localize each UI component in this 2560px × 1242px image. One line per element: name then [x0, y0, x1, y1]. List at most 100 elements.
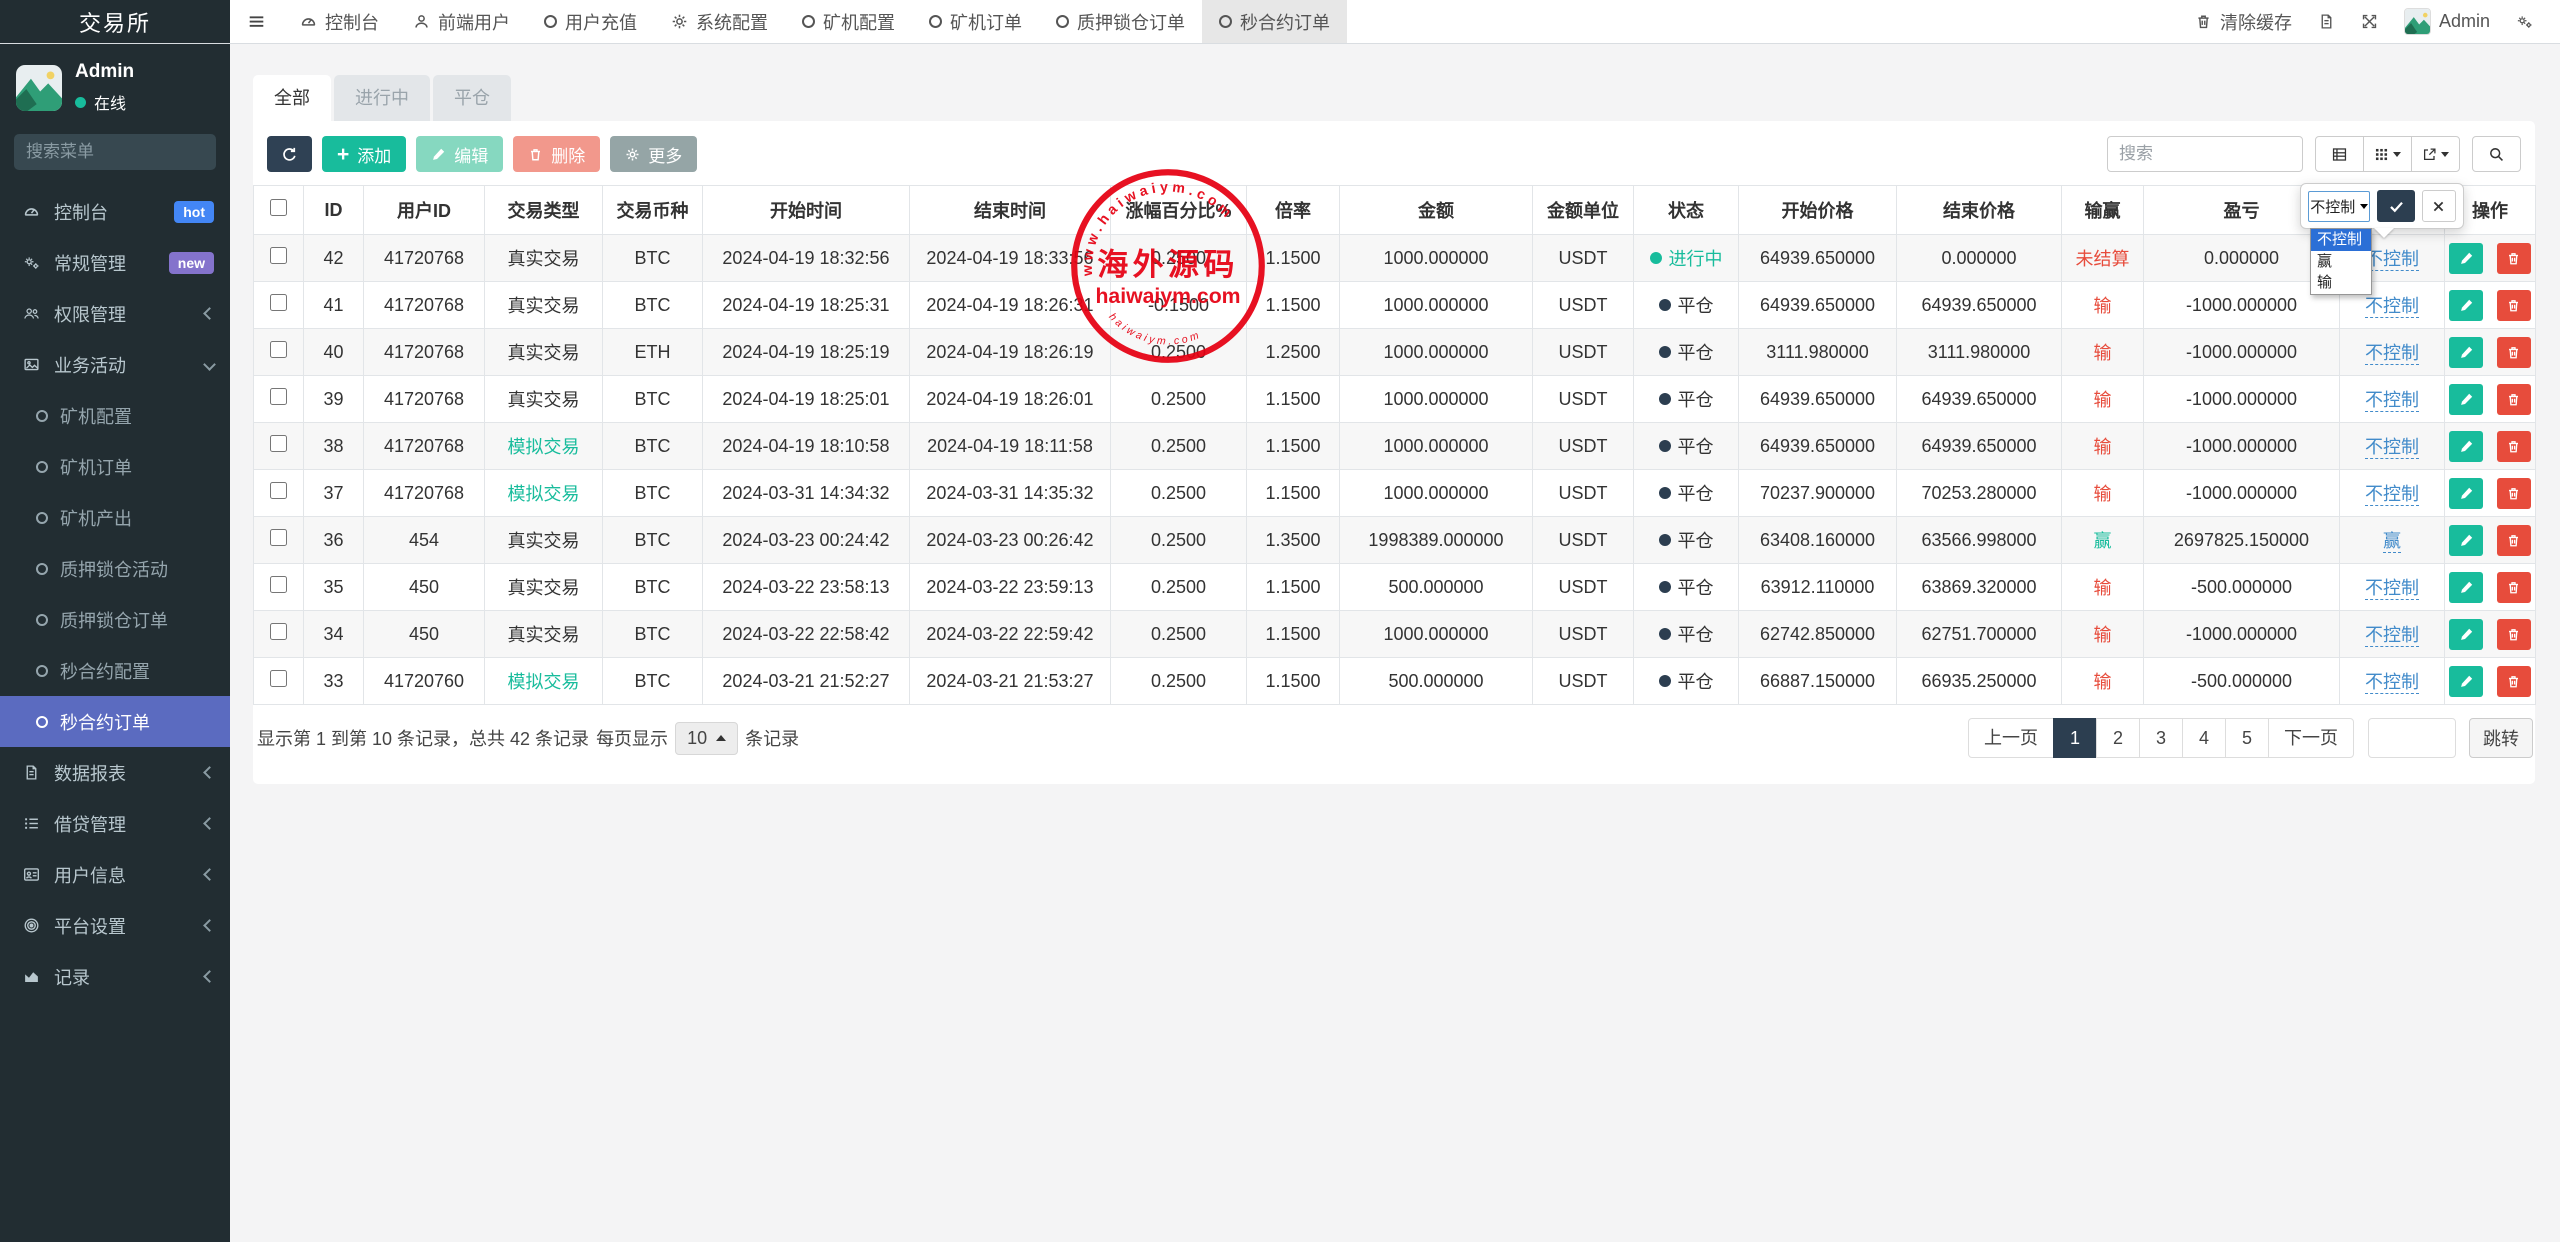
row-edit-button[interactable]: [2449, 431, 2483, 462]
columns-button[interactable]: [2363, 136, 2412, 172]
fullscreen-icon[interactable]: [2348, 0, 2391, 43]
control-link[interactable]: 不控制: [2365, 296, 2419, 318]
page-button-3[interactable]: 3: [2139, 718, 2183, 758]
row-checkbox[interactable]: [270, 247, 287, 264]
sidebar-item-general-management[interactable]: 常规管理 new: [0, 237, 230, 288]
sidebar-subitem[interactable]: 秒合约配置: [0, 645, 230, 696]
control-link[interactable]: 不控制: [2365, 578, 2419, 600]
select-all-checkbox[interactable]: [270, 199, 287, 216]
document-icon[interactable]: [2305, 0, 2348, 43]
jump-button[interactable]: 跳转: [2469, 718, 2533, 758]
topnav-item-second-contract-orders[interactable]: 秒合约订单: [1202, 0, 1347, 43]
control-select[interactable]: 不控制: [2308, 191, 2370, 222]
page-button-5[interactable]: 5: [2225, 718, 2269, 758]
row-edit-button[interactable]: [2449, 384, 2483, 415]
more-button[interactable]: 更多: [610, 136, 697, 172]
sidebar-item-records[interactable]: 记录: [0, 951, 230, 1002]
next-page-button[interactable]: 下一页: [2268, 718, 2354, 758]
row-delete-button[interactable]: [2497, 337, 2531, 368]
topnav-item-miner-config[interactable]: 矿机配置: [785, 0, 912, 43]
page-button-1[interactable]: 1: [2053, 718, 2097, 758]
sidebar-subitem[interactable]: 秒合约订单: [0, 696, 230, 747]
row-edit-button[interactable]: [2449, 525, 2483, 556]
settings-cogs-icon[interactable]: [2503, 0, 2546, 43]
user-menu[interactable]: Admin: [2391, 0, 2503, 43]
row-checkbox[interactable]: [270, 294, 287, 311]
sidebar-item-dashboard[interactable]: 控制台 hot: [0, 186, 230, 237]
control-link[interactable]: 不控制: [2365, 343, 2419, 365]
row-checkbox[interactable]: [270, 435, 287, 452]
sidebar-item-user-info[interactable]: 用户信息: [0, 849, 230, 900]
row-delete-button[interactable]: [2497, 478, 2531, 509]
sidebar-item-business-activities[interactable]: 业务活动: [0, 339, 230, 390]
control-link[interactable]: 不控制: [2365, 484, 2419, 506]
page-button-4[interactable]: 4: [2182, 718, 2226, 758]
row-checkbox[interactable]: [270, 576, 287, 593]
add-button[interactable]: + 添加: [322, 136, 406, 172]
sidebar-search-input[interactable]: [26, 142, 247, 162]
row-checkbox[interactable]: [270, 670, 287, 687]
topnav-item-user-recharge[interactable]: 用户充值: [527, 0, 654, 43]
tab-all[interactable]: 全部: [253, 75, 331, 121]
prev-page-button[interactable]: 上一页: [1968, 718, 2054, 758]
control-link[interactable]: 不控制: [2365, 672, 2419, 694]
control-link[interactable]: 不控制: [2365, 390, 2419, 412]
refresh-button[interactable]: [267, 136, 312, 172]
row-checkbox[interactable]: [270, 388, 287, 405]
row-delete-button[interactable]: [2497, 572, 2531, 603]
row-edit-button[interactable]: [2449, 572, 2483, 603]
jump-page-input[interactable]: [2368, 718, 2456, 758]
sidebar-item-loan-management[interactable]: 借贷管理: [0, 798, 230, 849]
page-size-dropdown[interactable]: 10: [675, 722, 738, 755]
option-lose[interactable]: 输: [2311, 272, 2371, 294]
tab-closed[interactable]: 平仓: [433, 75, 511, 121]
topnav-item-pledge-orders[interactable]: 质押锁仓订单: [1039, 0, 1202, 43]
option-win[interactable]: 赢: [2311, 251, 2371, 273]
control-link[interactable]: 不控制: [2365, 437, 2419, 459]
row-checkbox[interactable]: [270, 482, 287, 499]
row-delete-button[interactable]: [2497, 525, 2531, 556]
control-link[interactable]: 不控制: [2365, 625, 2419, 647]
edit-button[interactable]: 编辑: [416, 136, 503, 172]
export-button[interactable]: [2411, 136, 2460, 172]
row-delete-button[interactable]: [2497, 431, 2531, 462]
row-edit-button[interactable]: [2449, 243, 2483, 274]
cancel-button[interactable]: [2422, 190, 2456, 222]
sidebar-subitem[interactable]: 质押锁仓活动: [0, 543, 230, 594]
row-edit-button[interactable]: [2449, 290, 2483, 321]
control-link[interactable]: 赢: [2383, 531, 2401, 553]
option-no-control[interactable]: 不控制: [2311, 229, 2371, 251]
topnav-item-miner-orders[interactable]: 矿机订单: [912, 0, 1039, 43]
topnav-item-system-config[interactable]: 系统配置: [654, 0, 785, 43]
confirm-button[interactable]: [2377, 190, 2415, 222]
row-delete-button[interactable]: [2497, 666, 2531, 697]
row-checkbox[interactable]: [270, 341, 287, 358]
page-button-2[interactable]: 2: [2096, 718, 2140, 758]
table-search-input[interactable]: [2107, 136, 2303, 172]
delete-button[interactable]: 删除: [513, 136, 600, 172]
toggle-view-button[interactable]: [2315, 136, 2364, 172]
row-edit-button[interactable]: [2449, 619, 2483, 650]
sidebar-subitem[interactable]: 矿机订单: [0, 441, 230, 492]
row-edit-button[interactable]: [2449, 666, 2483, 697]
hamburger-icon[interactable]: [230, 0, 283, 43]
row-checkbox[interactable]: [270, 623, 287, 640]
row-edit-button[interactable]: [2449, 337, 2483, 368]
sidebar-subitem[interactable]: 矿机产出: [0, 492, 230, 543]
row-delete-button[interactable]: [2497, 619, 2531, 650]
tab-in-progress[interactable]: 进行中: [334, 75, 430, 121]
row-checkbox[interactable]: [270, 529, 287, 546]
sidebar-item-platform-settings[interactable]: 平台设置: [0, 900, 230, 951]
sidebar-item-data-reports[interactable]: 数据报表: [0, 747, 230, 798]
advanced-search-button[interactable]: [2472, 136, 2521, 172]
sidebar-subitem[interactable]: 矿机配置: [0, 390, 230, 441]
clear-cache-button[interactable]: 清除缓存: [2182, 0, 2305, 43]
row-edit-button[interactable]: [2449, 478, 2483, 509]
control-link[interactable]: 不控制: [2365, 249, 2419, 271]
topnav-item-frontend-users[interactable]: 前端用户: [396, 0, 527, 43]
sidebar-item-permissions[interactable]: 权限管理: [0, 288, 230, 339]
sidebar-subitem[interactable]: 质押锁仓订单: [0, 594, 230, 645]
row-delete-button[interactable]: [2497, 384, 2531, 415]
topnav-item-dashboard[interactable]: 控制台: [283, 0, 396, 43]
row-delete-button[interactable]: [2497, 290, 2531, 321]
